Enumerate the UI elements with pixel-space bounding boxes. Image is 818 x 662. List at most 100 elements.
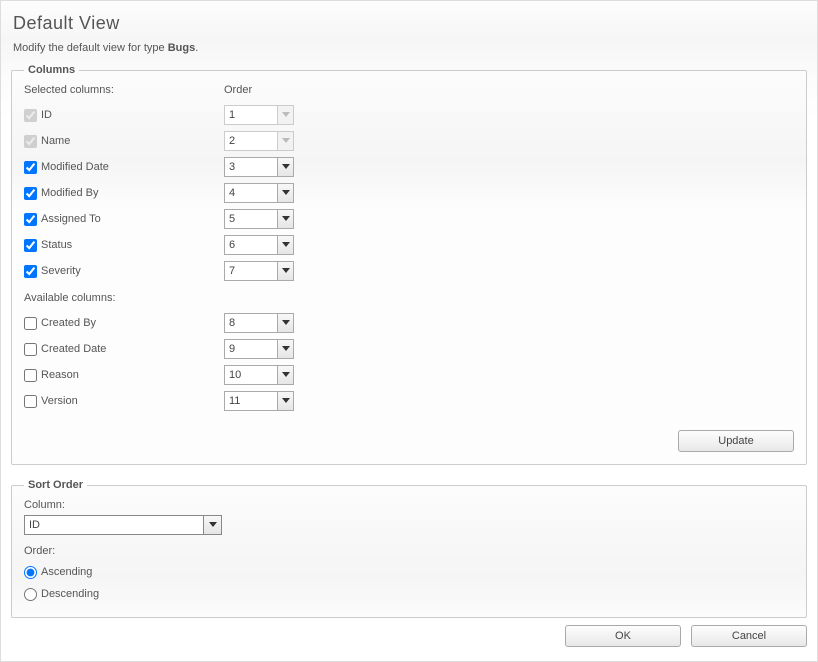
column-row: Name 2 bbox=[24, 128, 794, 154]
chevron-down-icon bbox=[282, 190, 290, 196]
order-select-arrow[interactable] bbox=[277, 340, 293, 358]
sort-order-legend: Sort Order bbox=[24, 479, 87, 491]
column-label: Severity bbox=[41, 265, 81, 277]
column-label: Created Date bbox=[41, 343, 106, 355]
order-label: Order: bbox=[24, 545, 794, 557]
column-checkbox bbox=[24, 135, 37, 148]
column-label: Created By bbox=[41, 317, 96, 329]
description: Modify the default view for type Bugs. bbox=[13, 42, 807, 54]
column-checkbox-cell: Created By bbox=[24, 317, 224, 330]
cancel-button[interactable]: Cancel bbox=[691, 625, 807, 647]
column-checkbox-cell: Name bbox=[24, 135, 224, 148]
column-checkbox-cell: Created Date bbox=[24, 343, 224, 356]
column-select-arrow[interactable] bbox=[203, 516, 221, 534]
order-select-arrow[interactable] bbox=[277, 236, 293, 254]
column-row: Assigned To 5 bbox=[24, 206, 794, 232]
columns-fieldset: Columns Selected columns: Order ID 1 Name 2… bbox=[11, 64, 807, 465]
order-select-value: 1 bbox=[225, 106, 277, 124]
column-label: Column: bbox=[24, 499, 794, 511]
order-select-value: 5 bbox=[225, 210, 277, 228]
order-select-arrow[interactable] bbox=[277, 158, 293, 176]
order-select-arrow[interactable] bbox=[277, 262, 293, 280]
column-checkbox[interactable] bbox=[24, 239, 37, 252]
column-row: Reason 10 bbox=[24, 362, 794, 388]
column-checkbox-cell: Assigned To bbox=[24, 213, 224, 226]
column-row: Modified Date3 bbox=[24, 154, 794, 180]
column-checkbox[interactable] bbox=[24, 369, 37, 382]
column-checkbox-cell: Modified Date bbox=[24, 161, 224, 174]
chevron-down-icon bbox=[282, 216, 290, 222]
description-prefix: Modify the default view for type bbox=[13, 42, 168, 54]
column-label: Assigned To bbox=[41, 213, 101, 225]
chevron-down-icon bbox=[282, 372, 290, 378]
order-select-arrow[interactable] bbox=[277, 366, 293, 384]
column-row: Modified By 4 bbox=[24, 180, 794, 206]
chevron-down-icon bbox=[282, 112, 290, 118]
order-select[interactable]: 10 bbox=[224, 365, 294, 385]
column-row: ID 1 bbox=[24, 102, 794, 128]
column-label: ID bbox=[41, 109, 52, 121]
chevron-down-icon bbox=[282, 346, 290, 352]
order-select-arrow bbox=[277, 106, 293, 124]
column-checkbox[interactable] bbox=[24, 395, 37, 408]
page-title: Default View bbox=[13, 13, 807, 34]
order-select[interactable]: 9 bbox=[224, 339, 294, 359]
order-select[interactable]: 5 bbox=[224, 209, 294, 229]
ascending-radio[interactable] bbox=[24, 566, 37, 579]
order-select[interactable]: 3 bbox=[224, 157, 294, 177]
order-select-value: 8 bbox=[225, 314, 277, 332]
chevron-down-icon bbox=[282, 164, 290, 170]
default-view-panel: Default View Modify the default view for… bbox=[0, 0, 818, 662]
column-checkbox[interactable] bbox=[24, 161, 37, 174]
column-checkbox-cell: ID bbox=[24, 109, 224, 122]
order-header: Order bbox=[224, 84, 252, 96]
column-checkbox[interactable] bbox=[24, 317, 37, 330]
column-label: Reason bbox=[41, 369, 79, 381]
column-checkbox[interactable] bbox=[24, 265, 37, 278]
order-select[interactable]: 11 bbox=[224, 391, 294, 411]
order-select-value: 9 bbox=[225, 340, 277, 358]
ascending-label[interactable]: Ascending bbox=[41, 566, 92, 578]
order-select-arrow[interactable] bbox=[277, 392, 293, 410]
columns-legend: Columns bbox=[24, 64, 79, 76]
descending-radio[interactable] bbox=[24, 588, 37, 601]
description-type: Bugs bbox=[168, 42, 196, 54]
chevron-down-icon bbox=[282, 320, 290, 326]
order-select[interactable]: 8 bbox=[224, 313, 294, 333]
sort-order-fieldset: Sort Order Column: ID Order: Ascending D… bbox=[11, 479, 807, 618]
order-select[interactable]: 6 bbox=[224, 235, 294, 255]
column-row: Version 11 bbox=[24, 388, 794, 414]
order-select: 2 bbox=[224, 131, 294, 151]
column-select-value: ID bbox=[25, 516, 203, 534]
column-row: Created Date 9 bbox=[24, 336, 794, 362]
order-select-arrow[interactable] bbox=[277, 210, 293, 228]
order-select-arrow[interactable] bbox=[277, 314, 293, 332]
order-select-value: 4 bbox=[225, 184, 277, 202]
descending-label[interactable]: Descending bbox=[41, 588, 99, 600]
order-select: 1 bbox=[224, 105, 294, 125]
column-checkbox[interactable] bbox=[24, 187, 37, 200]
chevron-down-icon bbox=[282, 242, 290, 248]
order-select-value: 7 bbox=[225, 262, 277, 280]
update-button[interactable]: Update bbox=[678, 430, 794, 452]
column-row: Created By 8 bbox=[24, 310, 794, 336]
order-select[interactable]: 4 bbox=[224, 183, 294, 203]
column-checkbox[interactable] bbox=[24, 213, 37, 226]
chevron-down-icon bbox=[282, 268, 290, 274]
column-select[interactable]: ID bbox=[24, 515, 222, 535]
column-checkbox[interactable] bbox=[24, 343, 37, 356]
column-label: Version bbox=[41, 395, 78, 407]
description-suffix: . bbox=[195, 42, 198, 54]
column-row: Severity 7 bbox=[24, 258, 794, 284]
ok-button[interactable]: OK bbox=[565, 625, 681, 647]
order-select-value: 11 bbox=[225, 392, 277, 410]
column-label: Name bbox=[41, 135, 70, 147]
column-label: Modified By bbox=[41, 187, 98, 199]
order-select[interactable]: 7 bbox=[224, 261, 294, 281]
order-select-arrow[interactable] bbox=[277, 184, 293, 202]
column-checkbox-cell: Severity bbox=[24, 265, 224, 278]
column-checkbox-cell: Modified By bbox=[24, 187, 224, 200]
chevron-down-icon bbox=[282, 398, 290, 404]
order-select-value: 10 bbox=[225, 366, 277, 384]
selected-columns-header: Selected columns: bbox=[24, 84, 224, 96]
